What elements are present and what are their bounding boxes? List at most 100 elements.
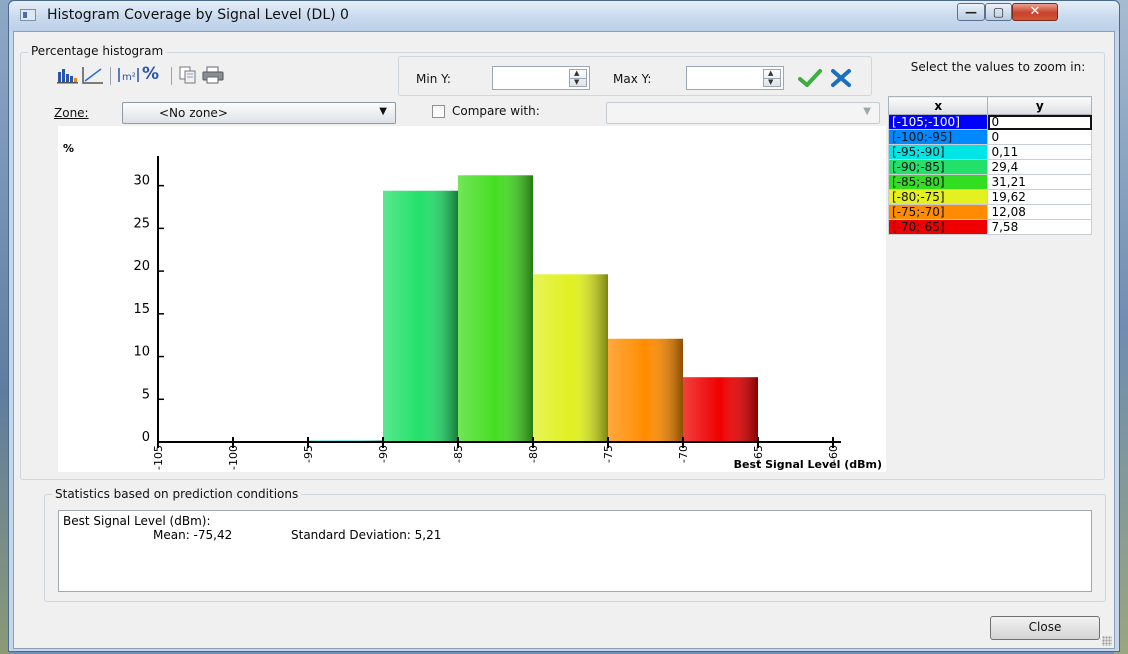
table-row[interactable]: [-105;-100] 0 (887, 114, 1092, 130)
histogram-bar (383, 190, 458, 442)
histogram-bar-shade (533, 274, 608, 442)
statistics-std-dev: Standard Deviation: 5,21 (291, 528, 442, 542)
maximize-button[interactable]: ▢ (985, 3, 1012, 21)
x-tick-label: -85 (452, 445, 465, 463)
zoom-values-table: x y [-105;-100] 0 [-100;-95] 0 [-95;-90] 0,11… (887, 96, 1092, 235)
x-tick-label: -80 (527, 445, 540, 463)
x-tick-label: -60 (827, 445, 840, 463)
max-y-spin-arrows[interactable] (763, 69, 781, 87)
x-tick-label: -100 (227, 445, 240, 470)
table-row[interactable]: [-90;-85] 29,4 (887, 159, 1092, 175)
column-header-y[interactable]: y (987, 96, 1092, 115)
table-row[interactable]: [-95;-90] 0,11 (887, 144, 1092, 160)
zone-label: Zone: (54, 106, 89, 120)
copy-icon[interactable] (178, 66, 198, 84)
histogram-chart: % Best Signal Level (dBm) 051015202530-1… (63, 142, 882, 471)
y-tick-label: 15 (133, 302, 150, 317)
histogram-bar (683, 377, 758, 442)
zoom-range-cell[interactable]: [-90;-85] (887, 159, 989, 175)
zone-dropdown[interactable]: <No zone> ▼ (122, 102, 396, 124)
zoom-range-cell[interactable]: [-70;-65] (887, 219, 989, 235)
chevron-down-icon: ▼ (863, 106, 871, 117)
histogram-bar (533, 274, 608, 442)
max-y-label: Max Y: (613, 72, 652, 86)
histogram-window: Histogram Coverage by Signal Level (DL) … (8, 0, 1120, 652)
table-row[interactable]: [-75;-70] 12,08 (887, 204, 1092, 220)
chevron-down-icon: ▼ (379, 106, 387, 117)
histogram-bar (608, 338, 683, 442)
statistics-group-title: Statistics based on prediction condition… (52, 487, 302, 501)
close-icon: ✕ (1029, 4, 1041, 19)
histogram-bar-shade (383, 190, 458, 442)
y-axis-unit-label: % (63, 142, 74, 155)
x-tick-label: -75 (602, 445, 615, 463)
y-tick-label: 10 (133, 345, 150, 360)
compare-with-label: Compare with: (452, 104, 540, 118)
histogram-bar (458, 175, 533, 442)
zoom-value-cell[interactable]: 31,21 (987, 174, 1092, 190)
compare-with-dropdown[interactable]: ▼ (606, 102, 880, 124)
svg-text:m²: m² (122, 72, 136, 83)
zoom-panel-title: Select the values to zoom in: (910, 60, 1086, 74)
title-bar[interactable]: Histogram Coverage by Signal Level (DL) … (9, 1, 1119, 31)
window-close-button[interactable]: ✕ (1012, 3, 1058, 21)
zoom-range-cell[interactable]: [-80;-75] (887, 189, 989, 205)
zoom-value-cell[interactable]: 29,4 (987, 159, 1092, 175)
area-unit-icon[interactable]: m² (118, 66, 140, 84)
x-tick-label: -70 (677, 445, 690, 463)
app-icon (20, 9, 36, 21)
zoom-value-cell[interactable]: 7,58 (987, 219, 1092, 235)
min-y-spin-arrows[interactable] (569, 69, 587, 87)
percent-icon[interactable]: % (142, 64, 159, 84)
x-tick-label: -95 (302, 445, 315, 463)
maximize-icon: ▢ (992, 5, 1005, 19)
table-row[interactable]: [-70;-65] 7,58 (887, 219, 1092, 235)
zoom-range-cell[interactable]: [-100;-95] (887, 129, 989, 145)
table-row[interactable]: [-100;-95] 0 (887, 129, 1092, 145)
zoom-range-cell[interactable]: [-95;-90] (887, 144, 989, 160)
dialog-client-area: Percentage histogram m² % Min Y: ▲ ▼ Max… (13, 31, 1115, 649)
statistics-heading: Best Signal Level (dBm): (63, 514, 211, 528)
reset-x-icon[interactable] (830, 68, 852, 88)
min-y-spinbox[interactable] (492, 66, 590, 90)
x-tick-label: -105 (152, 445, 165, 470)
histogram-bar-shade (683, 377, 758, 442)
zoom-range-cell[interactable]: [-75;-70] (887, 204, 989, 220)
min-y-label: Min Y: (416, 72, 451, 86)
window-title: Histogram Coverage by Signal Level (DL) … (47, 7, 349, 23)
resize-grip[interactable] (1102, 636, 1112, 646)
table-row[interactable]: [-80;-75] 19,62 (887, 189, 1092, 205)
table-row[interactable]: [-85;-80] 31,21 (887, 174, 1092, 190)
zoom-range-cell[interactable]: [-85;-80] (887, 174, 989, 190)
line-chart-icon[interactable] (82, 66, 104, 84)
minimize-icon: — (965, 5, 977, 19)
y-tick-label: 5 (142, 387, 150, 402)
zoom-value-cell[interactable]: 0 (987, 129, 1092, 145)
x-tick-label: -90 (377, 445, 390, 463)
print-icon[interactable] (202, 66, 224, 84)
histogram-bar-shade (458, 175, 533, 442)
statistics-mean: Mean: -75,42 (153, 528, 233, 542)
zoom-value-cell[interactable]: 0 (987, 114, 1092, 130)
minimize-button[interactable]: — (957, 3, 985, 21)
zoom-range-cell[interactable]: [-105;-100] (887, 114, 989, 130)
zoom-value-cell[interactable]: 0,11 (987, 144, 1092, 160)
y-tick-label: 0 (142, 430, 150, 445)
toolbar-separator (110, 67, 111, 85)
y-tick-label: 25 (133, 216, 150, 231)
zone-selected-value: <No zone> (159, 106, 228, 120)
y-tick-label: 30 (133, 174, 150, 189)
column-header-x[interactable]: x (887, 96, 989, 115)
statistics-text-box[interactable]: Best Signal Level (dBm): Mean: -75,42 St… (58, 510, 1092, 592)
histogram-group-title: Percentage histogram (28, 44, 167, 58)
zoom-value-cell[interactable]: 12,08 (987, 204, 1092, 220)
close-button[interactable]: Close (990, 616, 1100, 640)
toolbar-separator (171, 67, 172, 85)
compare-with-checkbox[interactable] (432, 105, 445, 118)
zoom-value-cell[interactable]: 19,62 (987, 189, 1092, 205)
apply-check-icon[interactable] (798, 68, 822, 88)
max-y-spinbox[interactable] (686, 66, 784, 90)
histogram-bar-shade (608, 338, 683, 442)
y-tick-label: 20 (133, 259, 150, 274)
bar-chart-icon[interactable] (57, 66, 79, 84)
